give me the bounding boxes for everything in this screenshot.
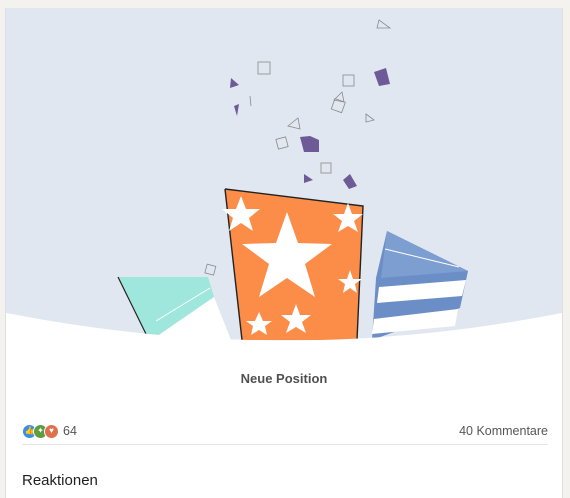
reaction-icons: 👍 ✦ ♥ bbox=[22, 423, 59, 439]
comments-count-link[interactable]: 40 Kommentare bbox=[459, 424, 548, 438]
orange-gift-box bbox=[222, 188, 364, 341]
social-counts-bar: 👍 ✦ ♥ 64 40 Kommentare bbox=[22, 418, 548, 445]
new-position-illustration bbox=[6, 8, 562, 348]
feed-background bbox=[0, 0, 570, 8]
reactions-summary[interactable]: 👍 ✦ ♥ 64 bbox=[22, 423, 77, 439]
reactions-section-title: Reaktionen bbox=[22, 472, 98, 489]
post-card: Neue Position 👍 ✦ ♥ 64 40 Kommentare Rea… bbox=[5, 8, 563, 498]
reaction-count: 64 bbox=[63, 424, 77, 438]
love-icon: ♥ bbox=[44, 423, 59, 439]
post-caption: Neue Position bbox=[240, 371, 328, 386]
